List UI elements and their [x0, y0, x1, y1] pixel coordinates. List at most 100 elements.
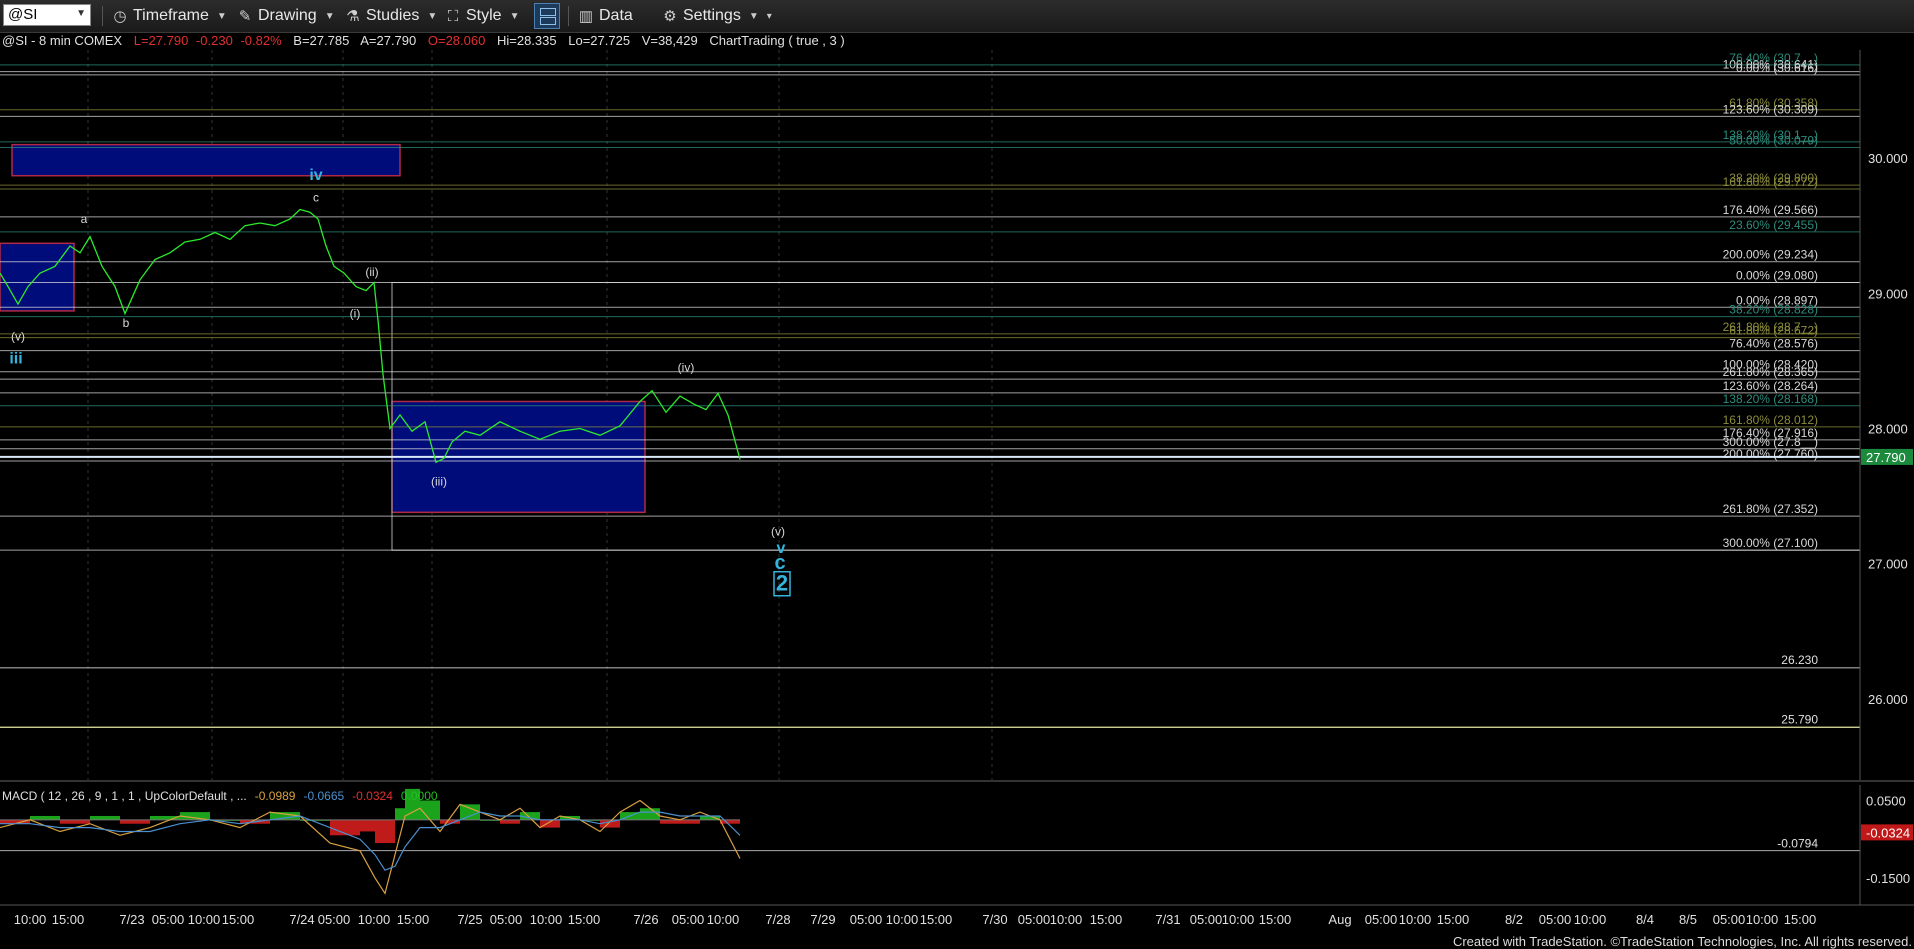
time-tick-label: 8/2 — [1505, 912, 1523, 927]
bid-info: B=27.785 — [293, 33, 349, 48]
time-tick-label: 7/24 — [289, 912, 314, 927]
time-tick-label: 05:00 — [672, 912, 705, 927]
wave-label: c — [313, 190, 319, 204]
wave-label: (iv) — [678, 361, 695, 375]
price-chart[interactable]: 100.00% (30.641)76.40% (30.7__)0.00% (30… — [0, 0, 1914, 949]
time-tick-label: 15:00 — [1784, 912, 1817, 927]
time-tick-label: 05:00 — [318, 912, 351, 927]
time-tick-label: 10:00 — [14, 912, 47, 927]
fib-level-label: 50.00% (30.079) — [1729, 133, 1818, 147]
time-tick-label: 15:00 — [222, 912, 255, 927]
fib-level-label: 23.60% (29.455) — [1729, 218, 1818, 232]
target-box — [11, 143, 401, 177]
time-tick-label: 10:00 — [1574, 912, 1607, 927]
time-tick-label: 7/28 — [765, 912, 790, 927]
time-tick-label: 8/4 — [1636, 912, 1654, 927]
macd-legend-value: -0.0324 — [352, 789, 393, 803]
wave-label: (v) — [771, 524, 785, 538]
high-info: Hi=28.335 — [497, 33, 557, 48]
fib-level-label: 76.40% (28.576) — [1729, 337, 1818, 351]
change-pct-info: -0.82% — [240, 33, 282, 48]
macd-histogram-bar — [395, 808, 405, 820]
macd-histogram-bar — [360, 819, 375, 832]
time-tick-label: 15:00 — [568, 912, 601, 927]
wave-target-boxes — [0, 143, 1861, 551]
price-axis[interactable]: 30.000 29.000 28.000 27.000 26.000 27.790 — [1859, 50, 1913, 780]
fib-level-label: 261.80% (28.365) — [1723, 365, 1818, 379]
wave-labels: ivcab(ii)(i)(v)iii(iv)(iii)(v)vc2 — [9, 167, 791, 597]
price-tick-label: 27.000 — [1868, 557, 1908, 572]
time-tick-label: Aug — [1328, 912, 1351, 927]
fib-level-label: 161.80% (28.012) — [1723, 413, 1818, 427]
fib-level-label: 300.00% (27.100) — [1723, 536, 1818, 550]
symbol-info: @SI - 8 min COMEX — [2, 33, 122, 48]
time-tick-label: 05:00 — [1190, 912, 1223, 927]
macd-histogram-bar — [385, 819, 395, 844]
ask-info: A=27.790 — [360, 33, 416, 48]
fib-level-label: 138.20% (28.168) — [1723, 392, 1818, 406]
wave-label: a — [81, 212, 88, 226]
time-tick-label: 10:00 — [358, 912, 391, 927]
time-tick-label: 05:00 — [152, 912, 185, 927]
fib-level-label: 176.40% (29.566) — [1723, 203, 1818, 217]
time-tick-label: 10:00 — [188, 912, 221, 927]
study-info: ChartTrading ( true , 3 ) — [709, 33, 844, 48]
time-tick-label: 10:00 — [530, 912, 563, 927]
time-tick-label: 15:00 — [1437, 912, 1470, 927]
macd-histogram-bar — [375, 819, 385, 844]
wave-label: (iii) — [431, 474, 447, 488]
macd-legend-value: 0.0000 — [401, 789, 438, 803]
macd-title-text: MACD ( 12 , 26 , 9 , 1 , 1 , UpColorDefa… — [2, 789, 247, 803]
macd-level-label: -0.0794 — [1777, 837, 1818, 851]
fib-level-label: 161.80% (29.772) — [1723, 175, 1818, 189]
change-info: -0.230 — [196, 33, 233, 48]
fib-level-label: 261.80% (27.352) — [1723, 502, 1818, 516]
time-tick-label: 7/25 — [457, 912, 482, 927]
wave-label: (v) — [11, 330, 25, 344]
time-axis[interactable]: 10:00 15:00 7/23 05:00 10:00 15:00 7/24 05:00 10… — [0, 904, 1914, 927]
time-tick-label: 7/29 — [810, 912, 835, 927]
last-price-badge-label: 27.790 — [1866, 450, 1906, 465]
time-tick-label: 05:00 — [1018, 912, 1051, 927]
price-tick-label: 26.000 — [1868, 692, 1908, 707]
open-info: O=28.060 — [428, 33, 485, 48]
time-tick-label: 10:00 — [707, 912, 740, 927]
macd-histogram-bar — [30, 815, 60, 820]
volume-info: V=38,429 — [642, 33, 698, 48]
fib-level-label: 0.00% (29.080) — [1736, 269, 1818, 283]
price-tick-label: 28.000 — [1868, 422, 1908, 437]
macd-tick-label: -0.1500 — [1866, 871, 1910, 886]
time-tick-label: 10:00 — [1222, 912, 1255, 927]
time-tick-label: 05:00 — [850, 912, 883, 927]
price-tick-label: 30.000 — [1868, 151, 1908, 166]
low-info: Lo=27.725 — [568, 33, 630, 48]
macd-last-value-label: -0.0324 — [1866, 825, 1910, 840]
time-tick-label: 7/31 — [1155, 912, 1180, 927]
macd-tick-label: 0.0500 — [1866, 793, 1906, 808]
wave-label: (ii) — [365, 265, 378, 279]
time-tick-label: 7/23 — [119, 912, 144, 927]
time-tick-label: 05:00 — [1713, 912, 1746, 927]
macd-histogram-bar — [500, 819, 520, 824]
macd-histogram-bar — [60, 819, 90, 824]
macd-legend-value: -0.0989 — [255, 789, 296, 803]
time-tick-label: 10:00 — [1399, 912, 1432, 927]
time-tick-label: 05:00 — [490, 912, 523, 927]
last-price-info: L=27.790 — [134, 33, 189, 48]
macd-panel[interactable]: MACD ( 12 , 26 , 9 , 1 , 1 , UpColorDefa… — [0, 780, 1914, 905]
time-tick-label: 05:00 — [1539, 912, 1572, 927]
macd-histogram-bar — [680, 819, 700, 824]
time-tick-label: 8/5 — [1679, 912, 1697, 927]
price-level-label: 26.230 — [1781, 653, 1818, 667]
macd-histogram-bar — [460, 804, 480, 820]
time-tick-label: 15:00 — [52, 912, 85, 927]
time-tick-label: 05:00 — [1365, 912, 1398, 927]
macd-histogram-bar — [420, 800, 440, 820]
macd-histogram-bar — [90, 815, 120, 820]
wave-label: 2 — [776, 571, 788, 596]
wave-label: (i) — [350, 307, 361, 321]
time-tick-label: 15:00 — [920, 912, 953, 927]
chart-header: @SI - 8 min COMEX L=27.790 -0.230 -0.82%… — [2, 33, 845, 48]
fib-level-label: 200.00% (29.234) — [1723, 248, 1818, 262]
time-tick-label: 7/30 — [982, 912, 1007, 927]
